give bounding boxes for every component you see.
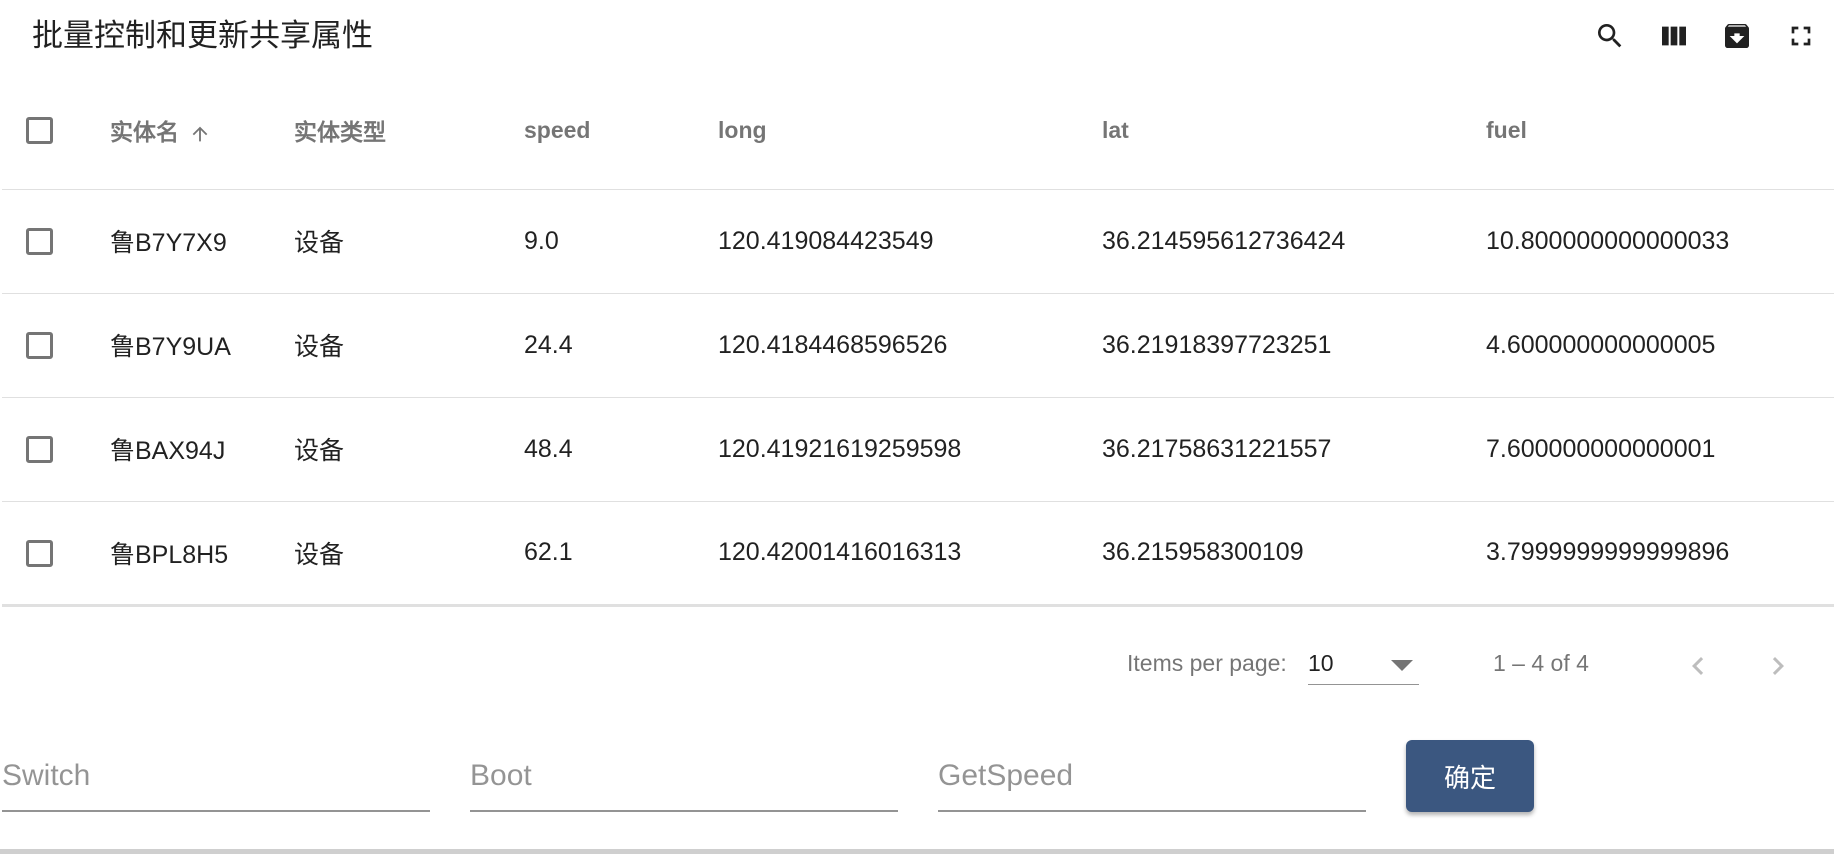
select-all-checkbox[interactable] [26, 117, 53, 145]
cell-lat: 36.21758631221557 [1102, 397, 1486, 502]
cell-speed: 48.4 [524, 397, 718, 502]
view-columns-icon[interactable] [1654, 16, 1694, 56]
row-select-cell [2, 189, 110, 294]
row-checkbox[interactable] [26, 539, 53, 567]
dropdown-arrow-icon [1391, 660, 1413, 671]
fullscreen-icon[interactable] [1781, 16, 1821, 56]
bottom-divider [0, 849, 1834, 854]
cell-fuel: 4.600000000000005 [1486, 293, 1834, 398]
arrow-up-icon [189, 123, 211, 145]
row-select-cell [2, 397, 110, 502]
cell-entity-type: 设备 [294, 501, 524, 607]
table-toolbar: 批量控制和更新共享属性 [0, 0, 1834, 72]
page-title: 批量控制和更新共享属性 [32, 18, 373, 53]
cell-entity-name: 鲁BPL8H5 [110, 501, 294, 607]
cell-lat: 36.215958300109 [1102, 501, 1486, 607]
getspeed-field [938, 748, 1366, 812]
switch-field [2, 748, 430, 812]
cell-long: 120.41921619259598 [718, 397, 1102, 502]
switch-input[interactable] [2, 756, 430, 796]
boot-input[interactable] [470, 756, 898, 796]
cell-entity-name: 鲁B7Y9UA [110, 293, 294, 398]
table-row[interactable]: 鲁B7Y9UA 设备 24.4 120.4184468596526 36.219… [2, 293, 1834, 398]
row-checkbox[interactable] [26, 228, 53, 256]
next-page-button[interactable] [1756, 644, 1800, 688]
column-header-speed[interactable]: speed [524, 72, 718, 190]
previous-page-button[interactable] [1676, 644, 1720, 688]
cell-lat: 36.214595612736424 [1102, 189, 1486, 294]
column-header-long[interactable]: long [718, 72, 1102, 190]
cell-fuel: 7.600000000000001 [1486, 397, 1834, 502]
cell-lat: 36.21918397723251 [1102, 293, 1486, 398]
cell-speed: 62.1 [524, 501, 718, 607]
table-row[interactable]: 鲁B7Y7X9 设备 9.0 120.419084423549 36.21459… [2, 189, 1834, 294]
column-header-label: 实体名 [110, 119, 179, 146]
cell-entity-type: 设备 [294, 397, 524, 502]
row-select-cell [2, 293, 110, 398]
cell-fuel: 3.7999999999999896 [1486, 501, 1834, 607]
boot-field [470, 748, 898, 812]
column-header-entity-type[interactable]: 实体类型 [294, 72, 524, 190]
cell-speed: 24.4 [524, 293, 718, 398]
column-header-fuel[interactable]: fuel [1486, 72, 1834, 190]
getspeed-input[interactable] [938, 756, 1366, 796]
column-header-entity-name[interactable]: 实体名 [110, 72, 294, 190]
table-row[interactable]: 鲁BAX94J 设备 48.4 120.41921619259598 36.21… [2, 397, 1834, 502]
archive-download-icon[interactable] [1717, 16, 1757, 56]
row-select-cell [2, 501, 110, 607]
row-checkbox[interactable] [26, 436, 53, 464]
page-size-select[interactable]: 10 [1308, 644, 1419, 685]
cell-long: 120.42001416016313 [718, 501, 1102, 607]
search-icon[interactable] [1590, 16, 1630, 56]
entity-table: 实体名 实体类型 speed long lat fuel 鲁B7Y7X9 设备 … [2, 72, 1834, 607]
page-size-value: 10 [1308, 650, 1334, 676]
table-row[interactable]: 鲁BPL8H5 设备 62.1 120.42001416016313 36.21… [2, 501, 1834, 607]
confirm-button[interactable]: 确定 [1406, 740, 1534, 812]
cell-entity-type: 设备 [294, 189, 524, 294]
cell-entity-name: 鲁B7Y7X9 [110, 189, 294, 294]
cell-entity-type: 设备 [294, 293, 524, 398]
chevron-left-icon [1692, 657, 1704, 675]
cell-speed: 9.0 [524, 189, 718, 294]
cell-entity-name: 鲁BAX94J [110, 397, 294, 502]
cell-long: 120.4184468596526 [718, 293, 1102, 398]
items-per-page-label: Items per page: [1127, 650, 1287, 676]
cell-long: 120.419084423549 [718, 189, 1102, 294]
table-header-row: 实体名 实体类型 speed long lat fuel [2, 72, 1834, 190]
page-range-label: 1 – 4 of 4 [1493, 650, 1589, 676]
cell-fuel: 10.800000000000033 [1486, 189, 1834, 294]
paginator: Items per page: 10 1 – 4 of 4 [0, 620, 1834, 710]
column-header-lat[interactable]: lat [1102, 72, 1486, 190]
select-all-cell [2, 72, 110, 190]
chevron-right-icon [1772, 657, 1784, 675]
row-checkbox[interactable] [26, 332, 53, 360]
